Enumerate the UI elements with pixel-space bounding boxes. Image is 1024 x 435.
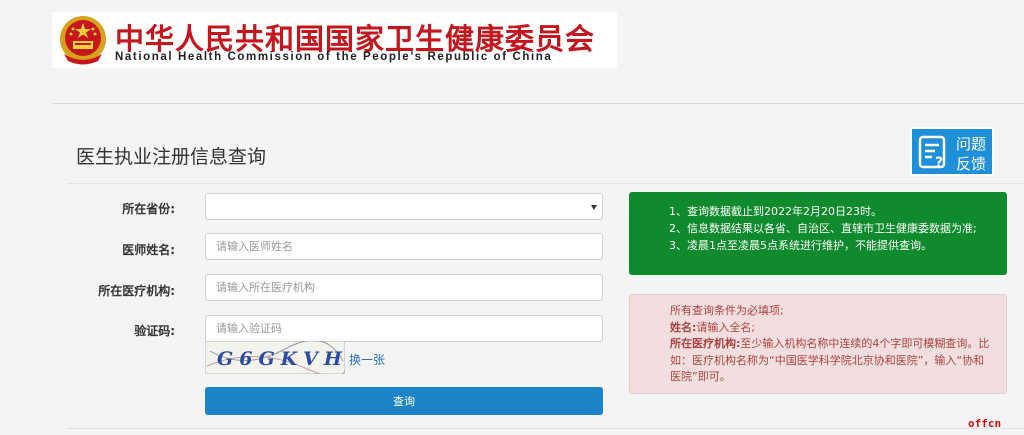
institution-input[interactable]	[205, 274, 603, 301]
province-label: 所在省份:	[122, 202, 175, 216]
title-divider	[66, 183, 1024, 184]
notice-info-box: 1、查询数据截止到2022年2月20日23时。 2、信息数据结果以各省、自治区、…	[629, 192, 1007, 275]
page-title: 医生执业注册信息查询	[76, 146, 267, 168]
doctor-name-label: 医师姓名:	[122, 243, 175, 257]
institution-label: 所在医疗机构:	[98, 284, 175, 298]
site-header: 中华人民共和国国家卫生健康委员会 National Health Commiss…	[52, 12, 617, 68]
svg-text:?: ?	[935, 155, 943, 171]
site-title-en: National Health Commission of the People…	[115, 51, 553, 63]
captcha-label: 验证码:	[134, 324, 175, 338]
watermark: offcn	[968, 417, 1002, 430]
feedback-icon: ?	[918, 135, 946, 171]
national-emblem-icon	[60, 16, 106, 65]
captcha-refresh-link[interactable]: 换一张	[349, 351, 385, 368]
province-select[interactable]	[205, 193, 603, 220]
notice-warning-box: 所有查询条件为必填项; 姓名:请输入全名; 所在医疗机构:至少输入机构名称中连续…	[629, 294, 1007, 394]
notice-info-line: 3、凌晨1点至凌晨5点系统进行维护，不能提供查询。	[669, 239, 932, 252]
captcha-input[interactable]	[205, 315, 603, 342]
notice-warning-name: 姓名:请输入全名;	[670, 320, 992, 337]
feedback-button[interactable]: ? 问题 反馈	[910, 127, 994, 176]
notice-inst-key: 所在医疗机构:	[670, 337, 741, 350]
notice-warning-intro: 所有查询条件为必填项;	[670, 304, 784, 317]
notice-name-key: 姓名:	[670, 320, 697, 334]
doctor-name-input[interactable]	[205, 233, 603, 260]
feedback-label-1: 问题	[956, 135, 987, 153]
captcha-text: G6GKVH	[217, 348, 345, 370]
captcha-image[interactable]: G6GKVH	[205, 341, 345, 374]
feedback-label-2: 反馈	[956, 155, 987, 173]
footer-divider	[66, 428, 1024, 429]
notice-info-line: 2、信息数据结果以各省、自治区、直辖市卫生健康委数据为准;	[669, 222, 977, 235]
notice-warning-institution: 所在医疗机构:至少输入机构名称中连续的4个字即可模糊查询。比如：医疗机构名称为“…	[670, 336, 992, 386]
notice-info-line: 1、查询数据截止到2022年2月20日23时。	[669, 205, 882, 218]
chevron-down-icon	[591, 205, 597, 210]
notice-name-text: 请输入全名;	[696, 320, 756, 334]
query-button[interactable]: 查询	[205, 387, 603, 415]
header-divider	[52, 103, 1024, 104]
